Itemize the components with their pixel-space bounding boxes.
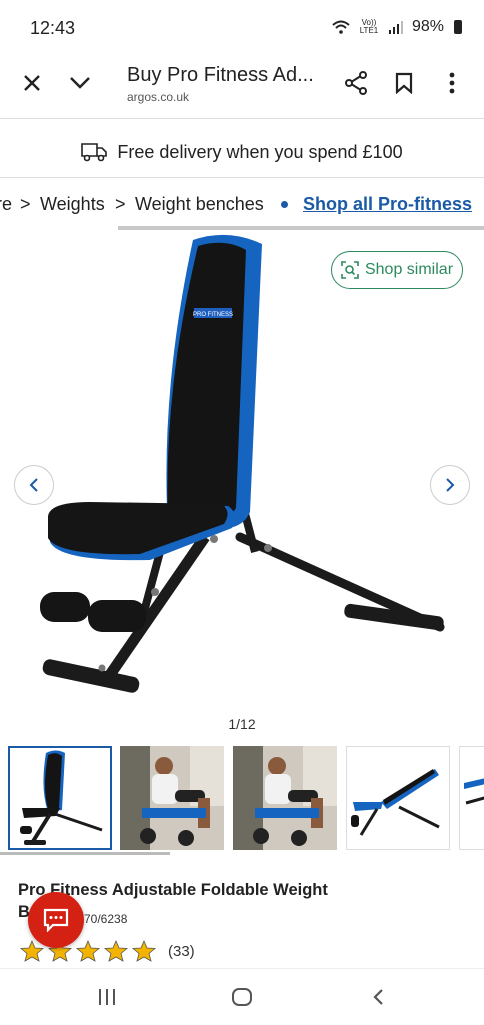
brand-logo: PRO FITNESS [193, 312, 233, 318]
chat-icon [43, 908, 69, 932]
thumbnail-4[interactable] [346, 746, 450, 850]
signal-icon [388, 21, 403, 34]
breadcrumb-item-weights[interactable]: Weights [40, 194, 105, 215]
breadcrumb-scrollbar[interactable] [118, 226, 484, 230]
gallery-prev-button[interactable] [14, 465, 54, 505]
status-time: 12:43 [30, 18, 76, 38]
browser-page-title: Buy Pro Fitness Ad... [127, 64, 314, 86]
product-title: Pro Fitness Adjustable Foldable Weight [18, 881, 328, 899]
thumbnail-3[interactable] [233, 746, 337, 850]
home-icon[interactable] [230, 987, 254, 1007]
status-icons: Vo)) LTE1 98% [332, 18, 462, 36]
person-exercising-thumbnail [233, 746, 337, 850]
battery-percent: 98% [411, 18, 444, 35]
thumbnail-strip [0, 746, 484, 852]
person-exercising-thumbnail [120, 746, 224, 850]
battery-icon [454, 20, 462, 34]
breadcrumb-item[interactable]: re [0, 194, 12, 215]
wifi-icon [332, 20, 350, 34]
chevron-down-icon[interactable] [64, 67, 96, 99]
star-icon [104, 940, 128, 962]
review-count[interactable]: (33) [168, 943, 195, 960]
bench-partial-thumbnail [464, 778, 484, 805]
chat-button[interactable] [28, 892, 84, 948]
shop-all-link[interactable]: Shop all Pro-fitness [303, 194, 472, 215]
delivery-text: Free delivery when you spend £100 [117, 141, 403, 162]
browser-url[interactable]: argos.co.uk [127, 90, 189, 104]
system-nav-bar [0, 968, 484, 1025]
bench-incline-thumbnail [351, 769, 440, 836]
catalogue-number: 70/6238 [84, 912, 128, 926]
star-icon [76, 940, 100, 962]
chevron-right-icon [446, 478, 455, 492]
breadcrumb: re > Weights > Weight benches Shop all P… [0, 190, 484, 220]
thumbnail-scrollbar[interactable] [0, 852, 170, 855]
share-icon[interactable] [340, 67, 372, 99]
breadcrumb-item-weight-benches[interactable]: Weight benches [135, 194, 264, 215]
thumbnail-2[interactable] [120, 746, 224, 850]
gallery-next-button[interactable] [430, 465, 470, 505]
breadcrumb-dot [281, 201, 288, 208]
delivery-banner[interactable]: Free delivery when you spend £100 [0, 127, 484, 178]
shop-similar-button[interactable]: Shop similar [331, 251, 463, 289]
truck-icon [81, 143, 108, 162]
more-menu-icon[interactable] [436, 67, 468, 99]
shop-similar-label: Shop similar [364, 261, 454, 278]
visual-search-icon [341, 261, 359, 279]
breadcrumb-separator: > [115, 194, 126, 214]
weight-bench-image: PRO FITNESS [40, 234, 445, 693]
chevron-left-icon [29, 478, 38, 492]
status-bar: 12:43 Vo)) LTE1 98% [0, 0, 484, 58]
close-icon[interactable] [16, 67, 48, 99]
recent-apps-icon[interactable] [95, 987, 119, 1007]
bench-thumbnail-image [20, 750, 103, 845]
gallery-counter: 1/12 [228, 716, 256, 732]
back-icon[interactable] [366, 987, 390, 1007]
lte-label: Vo)) LTE1 [359, 18, 379, 35]
toolbar-divider [0, 118, 484, 119]
bookmark-icon[interactable] [388, 67, 420, 99]
thumbnail-1[interactable] [8, 746, 112, 850]
breadcrumb-separator: > [20, 194, 31, 214]
thumbnail-5[interactable] [459, 746, 484, 850]
star-icon [132, 940, 156, 962]
product-image-gallery[interactable]: PRO FITNESS [0, 232, 484, 708]
